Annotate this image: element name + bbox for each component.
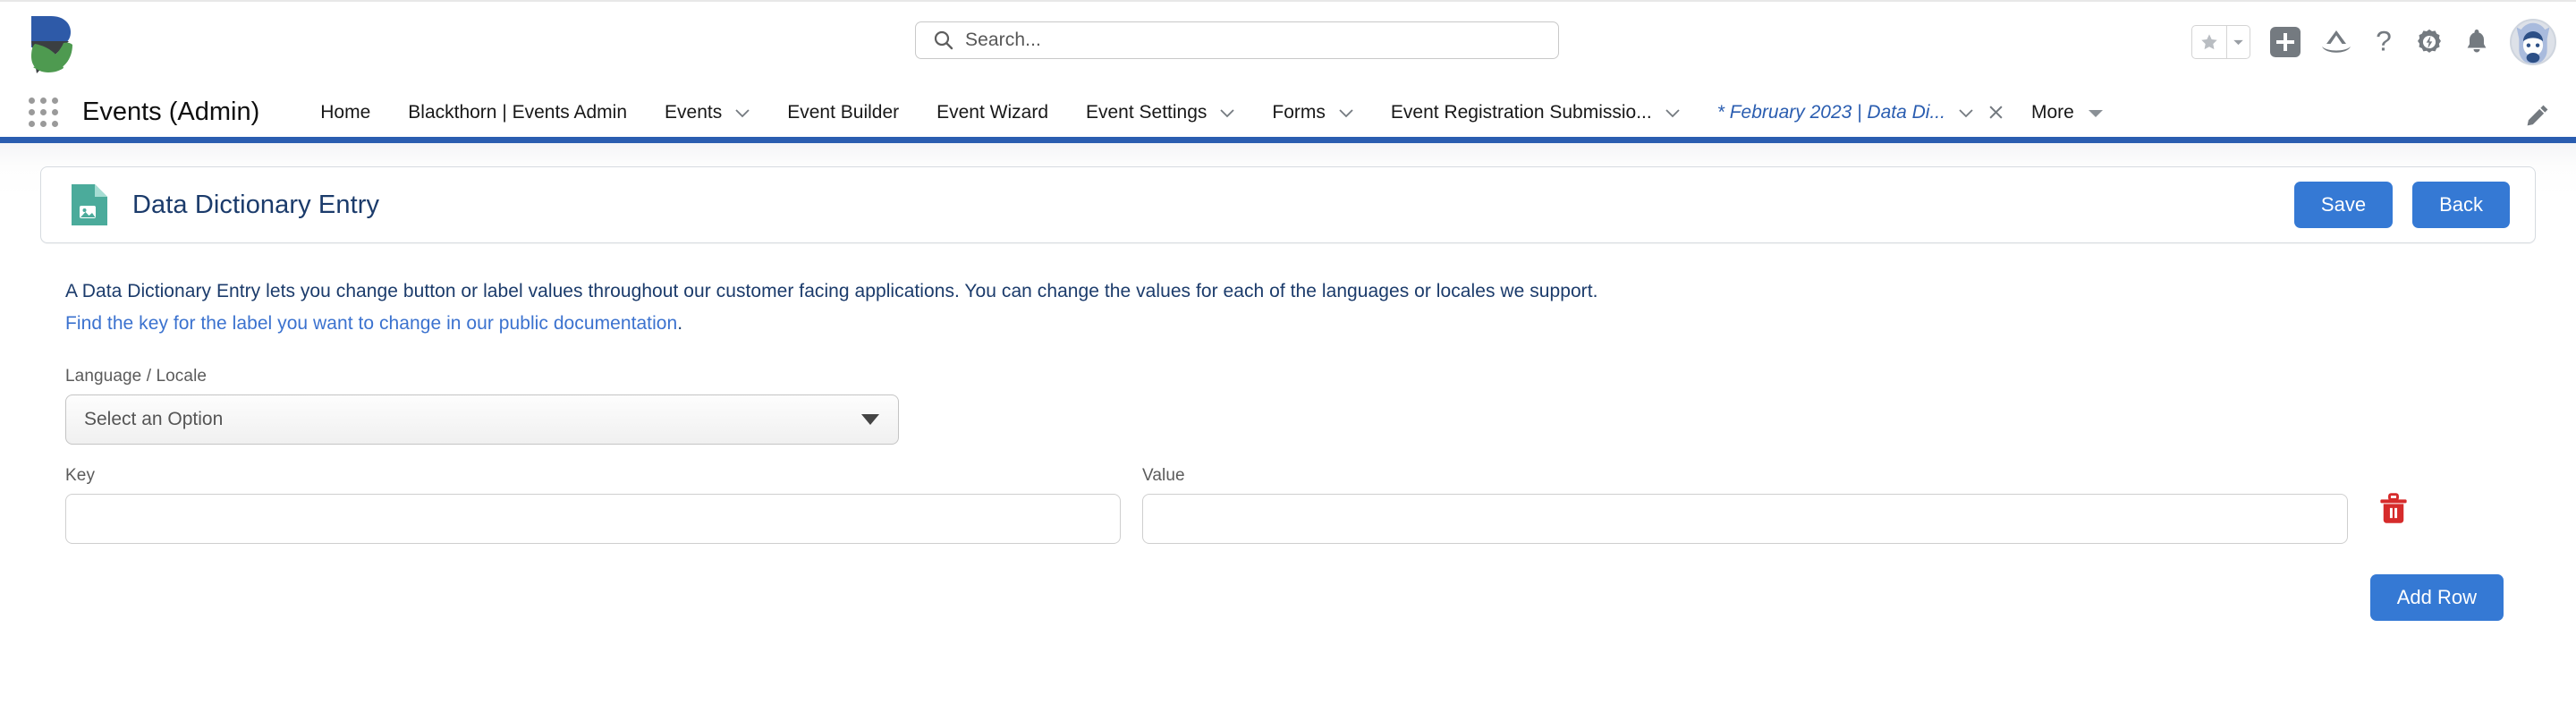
blackthorn-logo[interactable] <box>28 14 78 77</box>
value-label: Value <box>1142 466 1185 485</box>
nav-tab-label: Event Wizard <box>936 101 1048 123</box>
public-documentation-link[interactable]: Find the key for the label you want to c… <box>65 313 677 334</box>
nav-tab-label: Events <box>665 101 723 123</box>
page-title: Data Dictionary Entry <box>132 190 380 219</box>
nav-more-label: More <box>2030 101 2074 123</box>
nav-more-button[interactable]: More <box>2022 95 2112 131</box>
intro-text-block: A Data Dictionary Entry lets you change … <box>40 276 2536 340</box>
trailhead-icon[interactable] <box>2320 29 2352 55</box>
help-icon[interactable]: ? <box>2372 27 2395 57</box>
pencil-icon[interactable] <box>2522 100 2553 131</box>
key-input[interactable] <box>65 494 1121 544</box>
intro-link-line: Find the key for the label you want to c… <box>65 308 2536 340</box>
nav-tab-event-settings[interactable]: Event Settings <box>1067 95 1253 131</box>
nav-tab-active-data-dictionary[interactable]: * February 2023 | Data Di... <box>1699 95 2022 131</box>
favorites-control[interactable] <box>2191 25 2250 59</box>
search-icon <box>934 30 953 50</box>
global-actions-plus-icon[interactable] <box>2270 27 2301 57</box>
header-icon-group: ? <box>2191 16 2556 68</box>
nav-tab-home[interactable]: Home <box>301 95 389 131</box>
chevron-down-icon[interactable] <box>1959 102 1973 123</box>
language-locale-select-value[interactable]: Select an Option <box>65 394 899 445</box>
language-locale-label: Language / Locale <box>65 367 208 386</box>
notifications-bell-icon[interactable] <box>2463 28 2490 56</box>
chevron-down-icon[interactable] <box>735 102 750 123</box>
chevron-down-icon[interactable] <box>1665 102 1680 123</box>
page-body: Data Dictionary Entry Save Back A Data D… <box>0 143 2576 715</box>
intro-description: A Data Dictionary Entry lets you change … <box>65 281 1598 301</box>
key-column: Key <box>65 466 1121 544</box>
favorites-star-icon[interactable] <box>2192 26 2226 58</box>
key-label: Key <box>65 466 96 485</box>
chevron-down-icon[interactable] <box>1339 102 1353 123</box>
save-button[interactable]: Save <box>2293 182 2394 228</box>
value-input[interactable] <box>1142 494 2348 544</box>
key-value-row: Key Value <box>65 466 2536 544</box>
svg-text:?: ? <box>2376 27 2392 57</box>
setup-gear-icon[interactable] <box>2415 28 2444 56</box>
user-avatar[interactable] <box>2510 19 2556 65</box>
delete-row-button[interactable] <box>2378 466 2409 530</box>
intro-link-suffix: . <box>677 313 683 334</box>
nav-tab-events[interactable]: Events <box>646 95 768 131</box>
triangle-down-icon[interactable] <box>2088 102 2103 123</box>
global-header: Search... ? <box>0 0 2576 88</box>
global-search[interactable]: Search... <box>915 21 1559 59</box>
language-locale-select[interactable]: Select an Option <box>65 394 899 445</box>
app-name-label: Events (Admin) <box>82 98 260 126</box>
form-footer-actions: Add Row <box>65 574 2536 621</box>
back-button[interactable]: Back <box>2412 182 2510 228</box>
data-dictionary-form: Language / Locale Select an Option Key V… <box>40 367 2536 621</box>
search-input[interactable]: Search... <box>915 21 1559 59</box>
nav-tab-event-builder[interactable]: Event Builder <box>768 95 918 131</box>
record-header-actions: Save Back <box>2293 182 2510 228</box>
search-placeholder-text: Search... <box>965 30 1041 50</box>
nav-tab-blackthorn-events-admin[interactable]: Blackthorn | Events Admin <box>389 95 646 131</box>
favorites-dropdown-icon[interactable] <box>2226 26 2250 58</box>
add-row-button[interactable]: Add Row <box>2369 574 2504 621</box>
app-launcher-icon[interactable] <box>29 97 59 128</box>
nav-tab-label: Event Registration Submissio... <box>1390 101 1652 123</box>
nav-tab-event-registration-submissions[interactable]: Event Registration Submissio... <box>1372 95 1699 131</box>
record-header-card: Data Dictionary Entry Save Back <box>40 166 2536 243</box>
nav-tab-forms[interactable]: Forms <box>1253 95 1372 131</box>
nav-tab-label: Event Builder <box>787 101 900 123</box>
data-dictionary-entry-icon <box>70 182 109 227</box>
nav-tab-list: Home Blackthorn | Events Admin Events Ev… <box>301 95 2112 131</box>
chevron-down-icon[interactable] <box>1220 102 1235 123</box>
close-icon[interactable] <box>1988 105 2004 120</box>
nav-tab-label: Home <box>320 101 371 123</box>
nav-tab-label: * February 2023 | Data Di... <box>1716 101 1945 123</box>
value-column: Value <box>1142 466 2348 544</box>
nav-tab-label: Blackthorn | Events Admin <box>408 101 628 123</box>
nav-tab-event-wizard[interactable]: Event Wizard <box>918 95 1067 131</box>
nav-tab-label: Forms <box>1272 101 1326 123</box>
nav-tab-label: Event Settings <box>1086 101 1208 123</box>
app-navigation-bar: Events (Admin) Home Blackthorn | Events … <box>0 88 2576 143</box>
trash-icon[interactable] <box>2378 493 2409 530</box>
